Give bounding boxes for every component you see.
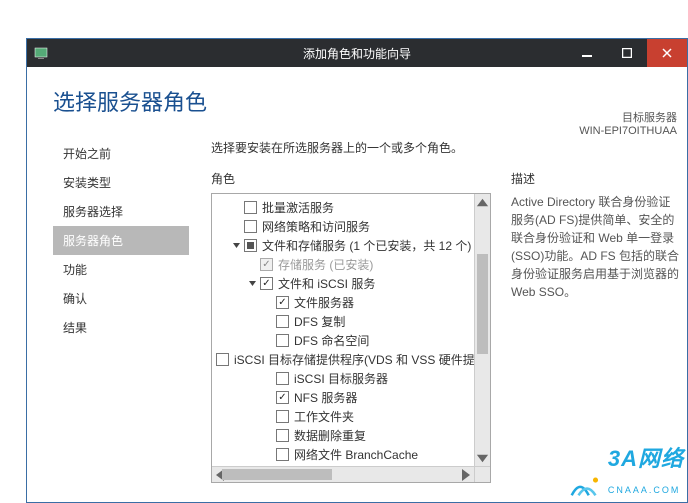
tree-row[interactable]: 数据删除重复 [214,426,472,445]
tree-row-label: 网络策略和访问服务 [262,218,370,235]
wizard-nav: 开始之前安装类型服务器选择服务器角色功能确认结果 [53,139,189,499]
roles-header: 角色 [211,170,491,187]
collapse-icon[interactable] [246,278,258,290]
tree-row-label: 文件服务器 [294,294,354,311]
tree-row-label: iSCSI 目标存储提供程序(VDS 和 VSS 硬件提供程序) [234,351,474,368]
checkbox[interactable] [276,296,289,309]
tree-row-label: 文件和存储服务 (1 个已安装，共 12 个) [262,237,471,254]
expander-spacer [262,373,274,385]
checkbox[interactable] [276,429,289,442]
scroll-thumb[interactable] [477,254,488,354]
expander-spacer [246,259,258,271]
expander-spacer [262,411,274,423]
close-button[interactable] [647,39,687,67]
tree-row[interactable]: iSCSI 目标服务器 [214,369,472,388]
nav-item-3[interactable]: 服务器角色 [53,226,189,255]
app-icon [33,45,49,61]
checkbox[interactable] [276,448,289,461]
tree-row-label: DFS 命名空间 [294,332,369,349]
expander-spacer [262,449,274,461]
tree-row[interactable]: 文件服务器 [214,293,472,312]
dest-label: 目标服务器 [579,109,677,125]
checkbox[interactable] [276,334,289,347]
tree-row[interactable]: iSCSI 目标存储提供程序(VDS 和 VSS 硬件提供程序) [214,350,472,369]
expander-spacer [262,335,274,347]
nav-item-5[interactable]: 确认 [53,284,189,313]
maximize-button[interactable] [607,39,647,67]
checkbox[interactable] [244,220,257,233]
hscroll-thumb[interactable] [222,469,332,480]
expander-spacer [262,430,274,442]
checkbox[interactable] [276,410,289,423]
expander-spacer [230,221,242,233]
roles-tree: 批量激活服务网络策略和访问服务文件和存储服务 (1 个已安装，共 12 个) 存储… [211,193,491,483]
nav-item-0[interactable]: 开始之前 [53,139,189,168]
description-text: Active Directory 联合身份验证服务(AD FS)提供简单、安全的… [511,193,681,301]
page-title: 选择服务器角色 [53,85,661,117]
tree-row[interactable]: 存储服务 (已安装) [214,255,472,274]
expander-spacer [262,316,274,328]
tree-row-label: 存储服务 (已安装) [278,256,373,273]
checkbox[interactable] [244,239,257,252]
tree-row-label: 文件和 iSCSI 服务 [278,275,375,292]
tree-row-label: iSCSI 目标服务器 [294,370,388,387]
nav-item-2[interactable]: 服务器选择 [53,197,189,226]
scroll-down-icon[interactable] [475,450,490,466]
minimize-button[interactable] [567,39,607,67]
tree-row-label: 数据删除重复 [294,427,366,444]
checkbox [260,258,273,271]
checkbox[interactable] [276,391,289,404]
tree-row[interactable]: 网络文件 BranchCache [214,445,472,464]
nav-item-1[interactable]: 安装类型 [53,168,189,197]
expander-spacer [262,297,274,309]
scroll-corner [474,466,490,482]
tree-row[interactable]: DFS 命名空间 [214,331,472,350]
checkbox[interactable] [216,353,229,366]
destination-server: 目标服务器 WIN-EPI7OITHUAA [579,109,677,137]
scroll-up-icon[interactable] [475,194,490,210]
tree-row[interactable]: 批量激活服务 [214,198,472,217]
vertical-scrollbar[interactable] [474,194,490,466]
expander-spacer [262,392,274,404]
checkbox[interactable] [276,315,289,328]
tree-row-label: 网络文件 BranchCache [294,446,418,463]
tree-row-label: 批量激活服务 [262,199,334,216]
nav-item-6[interactable]: 结果 [53,313,189,342]
tree-row[interactable]: 网络策略和访问服务 [214,217,472,236]
horizontal-scrollbar[interactable] [212,466,474,482]
instruction-text: 选择要安装在所选服务器上的一个或多个角色。 [211,139,687,156]
checkbox[interactable] [244,201,257,214]
expander-spacer [230,202,242,214]
checkbox[interactable] [276,372,289,385]
nav-item-4[interactable]: 功能 [53,255,189,284]
window-controls [567,39,687,67]
titlebar: 添加角色和功能向导 [27,39,687,67]
dest-name: WIN-EPI7OITHUAA [579,125,677,137]
description-header: 描述 [511,170,681,187]
tree-row[interactable]: 文件和 iSCSI 服务 [214,274,472,293]
tree-row[interactable]: NFS 服务器 [214,388,472,407]
tree-row-label: 工作文件夹 [294,408,354,425]
scroll-right-icon[interactable] [458,467,474,482]
wizard-window: 添加角色和功能向导 选择服务器角色 目标服务器 WIN-EPI7OITHUAA … [26,38,688,503]
tree-row[interactable]: 工作文件夹 [214,407,472,426]
tree-row[interactable]: 文件和存储服务 (1 个已安装，共 12 个) [214,236,472,255]
checkbox[interactable] [260,277,273,290]
tree-row[interactable]: DFS 复制 [214,312,472,331]
tree-row-label: NFS 服务器 [294,389,357,406]
tree-row-label: DFS 复制 [294,313,345,330]
collapse-icon[interactable] [230,240,242,252]
